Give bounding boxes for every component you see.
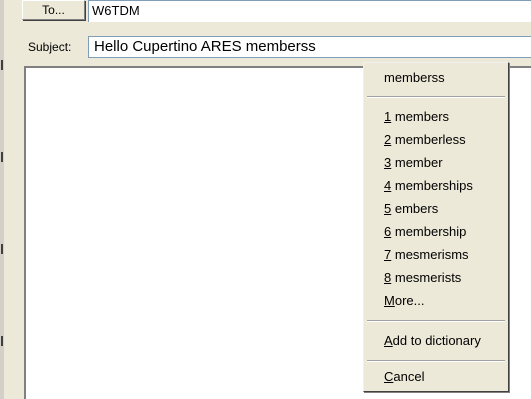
- suggestion-word: membership: [394, 224, 467, 239]
- subject-field[interactable]: Hello Cupertino ARES memberss: [88, 36, 531, 58]
- suggestion-item-5[interactable]: 5 embers: [384, 198, 438, 220]
- suggestion-number: 4: [384, 178, 392, 193]
- menu-item-text: dd to dictionary: [392, 333, 481, 348]
- edge-tick: [1, 60, 3, 70]
- to-field[interactable]: W6TDM: [88, 0, 531, 22]
- menu-separator: [367, 96, 505, 98]
- suggestion-item-7[interactable]: 7 mesmerisms: [384, 244, 469, 266]
- suggestion-word: mesmerists: [394, 270, 462, 285]
- suggestion-item-3[interactable]: 3 member: [384, 152, 443, 174]
- suggestion-word: embers: [394, 201, 439, 216]
- suggestion-number: 3: [384, 155, 392, 170]
- suggestion-word: memberless: [394, 132, 466, 147]
- misspelled-word-label: memberss: [384, 70, 445, 85]
- menu-item-text: ore...: [394, 293, 425, 308]
- suggestion-number: 1: [384, 109, 392, 124]
- suggestion-word: member: [394, 155, 443, 170]
- edge-tick: [1, 336, 3, 346]
- to-button[interactable]: To...: [22, 0, 85, 20]
- add-to-dictionary-item[interactable]: Add to dictionary: [384, 330, 481, 352]
- suggestion-word: memberships: [394, 178, 473, 193]
- menu-mnemonic: A: [384, 333, 393, 348]
- suggestion-item-8[interactable]: 8 mesmerists: [384, 267, 461, 289]
- menu-separator: [367, 360, 505, 362]
- more-suggestions-item[interactable]: More...: [384, 290, 424, 312]
- edge-tick: [1, 244, 3, 254]
- suggestion-word: mesmerisms: [394, 247, 469, 262]
- window-left-edge: [0, 0, 4, 399]
- suggestion-word: members: [394, 109, 450, 124]
- suggestion-number: 7: [384, 247, 392, 262]
- suggestion-number: 8: [384, 270, 392, 285]
- suggestion-item-2[interactable]: 2 memberless: [384, 129, 466, 151]
- menu-item-text: ancel: [393, 369, 425, 384]
- suggestion-number: 5: [384, 201, 392, 216]
- cancel-item[interactable]: Cancel: [384, 366, 424, 388]
- menu-separator: [367, 320, 505, 322]
- suggestion-item-4[interactable]: 4 memberships: [384, 175, 473, 197]
- suggestion-item-1[interactable]: 1 members: [384, 106, 449, 128]
- suggestion-number: 6: [384, 224, 392, 239]
- edge-tick: [1, 152, 3, 162]
- menu-mnemonic: M: [384, 293, 395, 308]
- menu-mnemonic: C: [384, 369, 394, 384]
- subject-label: Subject:: [28, 40, 72, 54]
- spellcheck-context-menu: memberss 1 members 2 memberless 3 member…: [363, 62, 509, 392]
- suggestion-number: 2: [384, 132, 392, 147]
- suggestion-item-6[interactable]: 6 membership: [384, 221, 466, 243]
